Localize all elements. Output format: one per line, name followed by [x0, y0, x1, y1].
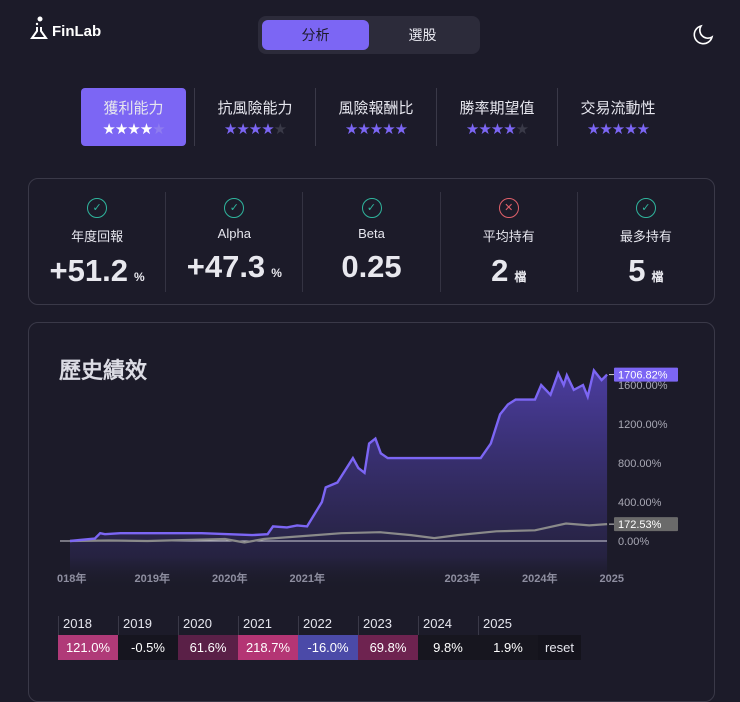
x-tick-label: 2024年 [522, 571, 557, 585]
x-tick-label: 2021年 [290, 571, 325, 585]
year-return: 1.9% [478, 635, 538, 660]
year-label: 2025 [478, 616, 538, 635]
year-label: 2019 [118, 616, 178, 635]
year-return: 69.8% [358, 635, 418, 660]
year-cell[interactable]: 2018 121.0% [58, 616, 118, 660]
yearly-returns: 2018 121.0% 2019 -0.5% 2020 61.6% 2021 218.7% 20… [58, 616, 581, 660]
year-label: 2018 [58, 616, 118, 635]
year-label: 2021 [238, 616, 298, 635]
year-label: 2020 [178, 616, 238, 635]
y-tick-label: 400.00% [618, 497, 662, 509]
y-tick-label: 0.00% [618, 536, 649, 548]
year-cell[interactable]: 2025 1.9% [478, 616, 538, 660]
year-cell[interactable]: 2020 61.6% [178, 616, 238, 660]
y-tick-label: 1600.00% [618, 380, 668, 392]
performance-chart[interactable]: 0.00% 400.00% 800.00% 1200.00% 1600.00% 018年 2… [0, 0, 740, 600]
year-return: -0.5% [118, 635, 178, 660]
year-cell[interactable]: 2021 218.7% [238, 616, 298, 660]
year-return: 61.6% [178, 635, 238, 660]
year-label: 2024 [418, 616, 478, 635]
y-tick-label: 800.00% [618, 458, 662, 470]
x-tick-label: 2019年 [135, 571, 170, 585]
year-label: 2023 [358, 616, 418, 635]
year-return: -16.0% [298, 635, 358, 660]
year-return: 121.0% [58, 635, 118, 660]
year-cell[interactable]: 2022 -16.0% [298, 616, 358, 660]
y-tick-label: 1200.00% [618, 419, 668, 431]
year-cell[interactable]: 2019 -0.5% [118, 616, 178, 660]
year-cell[interactable]: 2024 9.8% [418, 616, 478, 660]
benchmark-last-label: 172.53% [618, 519, 662, 531]
year-return: 9.8% [418, 635, 478, 660]
x-tick-label: 018年 [57, 571, 86, 585]
x-tick-label: 2023年 [445, 571, 480, 585]
year-return: 218.7% [238, 635, 298, 660]
x-tick-label: 2025 [600, 573, 624, 585]
year-label: 2022 [298, 616, 358, 635]
year-cell[interactable]: 2023 69.8% [358, 616, 418, 660]
strategy-last-label: 1706.82% [618, 370, 668, 382]
x-tick-label: 2020年 [212, 571, 247, 585]
reset-button[interactable]: reset [538, 635, 581, 660]
